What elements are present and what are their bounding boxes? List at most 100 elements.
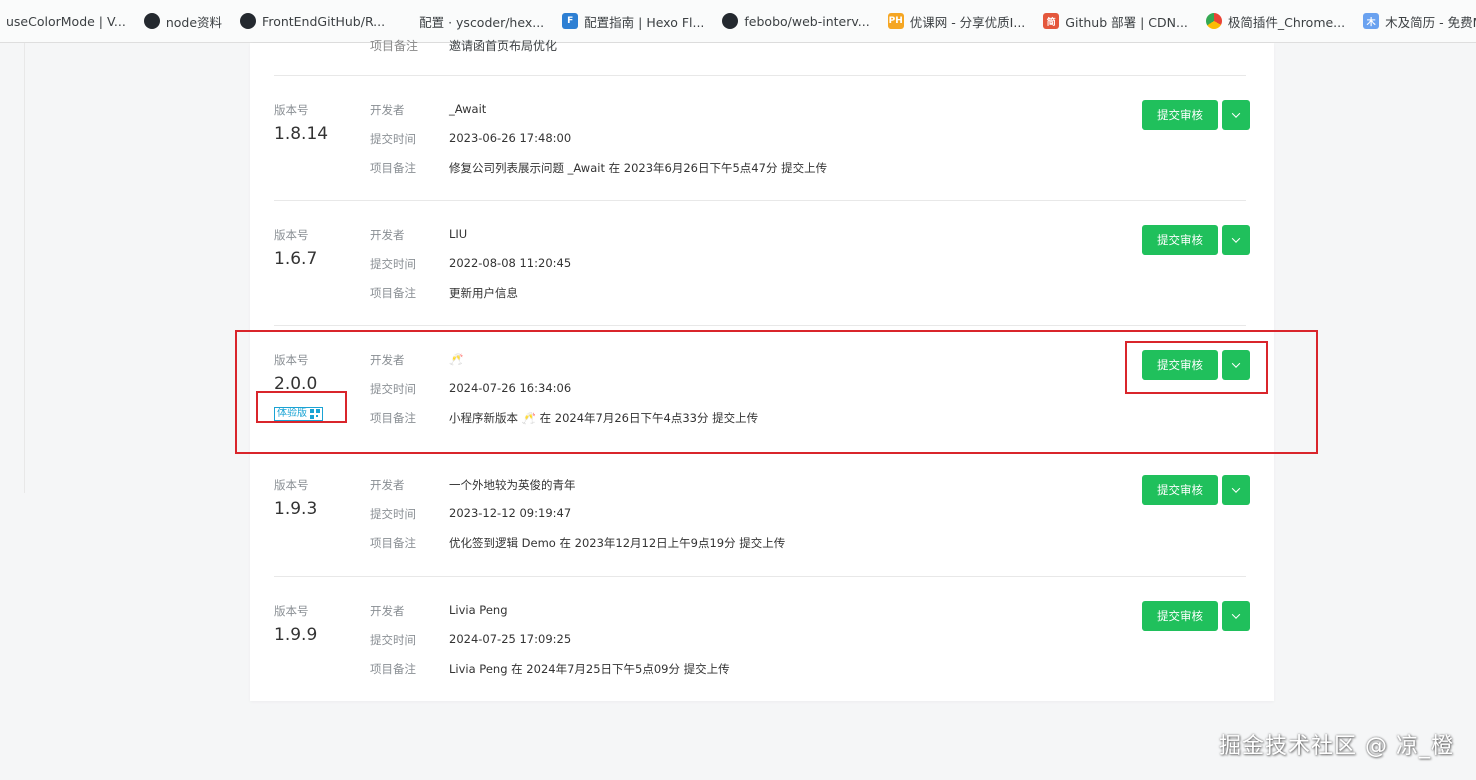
bookmark-usecolormode[interactable]: useColorMode | V... xyxy=(6,14,126,29)
submit-time-label: 提交时间 xyxy=(370,257,416,271)
more-options-button[interactable] xyxy=(1222,225,1250,255)
bookmark-label: febobo/web-interv... xyxy=(744,13,870,29)
version-number: 1.9.3 xyxy=(274,499,318,519)
submit-review-button[interactable]: 提交审核 xyxy=(1142,225,1218,255)
bookmark-chrome-plugin[interactable]: 极简插件_Chrome... xyxy=(1205,12,1346,31)
chevron-down-icon xyxy=(1231,484,1241,493)
developer-label: 开发者 xyxy=(370,103,405,117)
chevron-down-icon xyxy=(1231,610,1241,619)
github-icon xyxy=(722,13,739,29)
remark-value: Livia Peng 在 2024年7月25日下午5点09分 提交上传 xyxy=(449,662,730,676)
version-row: 版本号 1.8.14 开发者 _Await 提交时间 2023-06-26 17… xyxy=(274,75,1250,200)
developer-label: 开发者 xyxy=(370,604,405,618)
submit-time-label: 提交时间 xyxy=(370,633,416,647)
bookmark-label: 木及简历 - 免费Mar... xyxy=(1385,14,1476,30)
bookmark-label: 配置指南 | Hexo Fl... xyxy=(584,14,705,30)
version-number: 1.6.7 xyxy=(274,249,318,269)
bookmark-label: node资料 xyxy=(165,14,223,30)
github-icon xyxy=(240,13,257,29)
bookmark-label: FrontEndGitHub/R... xyxy=(262,13,386,29)
chevron-down-icon xyxy=(1231,109,1241,118)
remark-value: 更新用户信息 xyxy=(449,286,518,300)
remark-value: 修复公司列表展示问题 _Await 在 2023年6月26日下午5点47分 提交… xyxy=(449,161,828,175)
submit-time-label: 提交时间 xyxy=(370,132,416,146)
github-icon xyxy=(143,13,160,29)
bookmark-febobo[interactable]: febobo/web-interv... xyxy=(722,13,870,29)
version-row-experience: 版本号 2.0.0 体验版 开发者 🥂 提交时间 2024-07-26 16:3… xyxy=(274,325,1250,450)
submit-time-value: 2022-08-08 11:20:45 xyxy=(449,256,572,270)
resume-icon: 木 xyxy=(1363,13,1380,29)
submit-time-label: 提交时间 xyxy=(370,507,416,521)
bookmark-label: 配置 · yscoder/hex... xyxy=(419,14,545,30)
submit-review-button[interactable]: 提交审核 xyxy=(1142,100,1218,130)
experience-badge-label: 体验版 xyxy=(277,408,307,419)
version-list-card: 项目备注 邀请函首页布局优化 版本号 1.8.14 开发者 _Await 提交时… xyxy=(250,39,1274,701)
row-divider xyxy=(274,325,1246,326)
row-divider xyxy=(274,576,1246,577)
submit-review-button[interactable]: 提交审核 xyxy=(1142,475,1218,505)
bookmark-label: 优课网 - 分享优质I... xyxy=(909,14,1026,30)
bookmark-resume[interactable]: 木木及简历 - 免费Mar... xyxy=(1363,12,1476,31)
submit-time-value: 2024-07-25 17:09:25 xyxy=(449,632,572,646)
more-options-button[interactable] xyxy=(1222,601,1250,631)
remark-label: 项目备注 xyxy=(370,662,416,676)
bookmark-github-deploy[interactable]: 简 Github 部署 | CDN... xyxy=(1043,12,1188,31)
developer-label: 开发者 xyxy=(370,228,405,242)
remark-value: 小程序新版本 🥂 在 2024年7月26日下午4点33分 提交上传 xyxy=(449,411,759,425)
submit-time-value: 2024-07-26 16:34:06 xyxy=(449,381,572,395)
row-divider xyxy=(274,200,1246,201)
csdn-icon: 简 xyxy=(1043,13,1060,29)
version-label: 版本号 xyxy=(274,604,309,618)
developer-label: 开发者 xyxy=(370,478,405,492)
chrome-icon xyxy=(1205,13,1222,29)
developer-value: LIU xyxy=(449,227,468,241)
version-number: 1.8.14 xyxy=(274,124,329,144)
more-options-button[interactable] xyxy=(1222,100,1250,130)
bookmark-label: Github 部署 | CDN... xyxy=(1065,14,1188,30)
submit-time-label: 提交时间 xyxy=(370,382,416,396)
bookmark-frontendgithub[interactable]: FrontEndGitHub/R... xyxy=(240,13,385,29)
version-row: 版本号 1.6.7 开发者 LIU 提交时间 2022-08-08 11:20:… xyxy=(274,200,1250,325)
submit-time-value: 2023-12-12 09:19:47 xyxy=(449,506,572,520)
row-divider xyxy=(274,75,1246,76)
developer-value: 一个外地较为英俊的青年 xyxy=(449,478,576,492)
bookmark-youkewang[interactable]: PH 优课网 - 分享优质I... xyxy=(887,12,1026,31)
version-row: 版本号 1.9.9 开发者 Livia Peng 提交时间 2024-07-25… xyxy=(274,576,1250,701)
experience-badge[interactable]: 体验版 xyxy=(274,407,323,421)
developer-value: 🥂 xyxy=(449,352,464,366)
remark-label: 项目备注 xyxy=(370,411,416,425)
developer-label: 开发者 xyxy=(370,353,405,367)
more-options-button[interactable] xyxy=(1222,475,1250,505)
remark-label: 项目备注 xyxy=(370,536,416,550)
bookmark-hexo[interactable]: F 配置指南 | Hexo Fl... xyxy=(562,12,704,31)
developer-value: Livia Peng xyxy=(449,603,508,617)
qrcode-icon xyxy=(310,409,320,419)
version-row: 版本号 1.9.3 开发者 一个外地较为英俊的青年 提交时间 2023-12-1… xyxy=(274,450,1250,575)
row-divider xyxy=(274,450,1246,451)
remark-label: 项目备注 xyxy=(370,286,416,300)
version-number: 1.9.9 xyxy=(274,625,318,645)
watermark: 掘金技术社区 @ 凉_橙 xyxy=(1219,734,1454,759)
version-label: 版本号 xyxy=(274,228,309,242)
bookmark-label: useColorMode | V... xyxy=(6,13,126,29)
submit-review-button[interactable]: 提交审核 xyxy=(1142,601,1218,631)
chevron-down-icon xyxy=(1231,359,1241,368)
chevron-down-icon xyxy=(1231,234,1241,243)
remark-label: 项目备注 xyxy=(370,161,416,175)
bookmark-label: 极简插件_Chrome... xyxy=(1227,14,1346,30)
ph-icon: PH xyxy=(887,13,904,29)
version-label: 版本号 xyxy=(274,353,309,367)
version-number: 2.0.0 xyxy=(274,374,318,394)
remark-label: 项目备注 xyxy=(370,39,419,53)
version-label: 版本号 xyxy=(274,478,309,492)
bookmark-node[interactable]: node资料 xyxy=(143,12,223,31)
hexo-icon: F xyxy=(562,13,579,29)
more-options-button[interactable] xyxy=(1222,350,1250,380)
submit-time-value: 2023-06-26 17:48:00 xyxy=(449,131,572,145)
side-panel-border xyxy=(24,43,25,493)
remark-value: 邀请函首页布局优化 xyxy=(449,39,558,53)
remark-value: 优化签到逻辑 Demo 在 2023年12月12日上午9点19分 提交上传 xyxy=(449,536,786,550)
bookmark-yscoder[interactable]: 配置 · yscoder/hex... xyxy=(419,12,544,31)
version-label: 版本号 xyxy=(274,103,309,117)
submit-review-button[interactable]: 提交审核 xyxy=(1142,350,1218,380)
